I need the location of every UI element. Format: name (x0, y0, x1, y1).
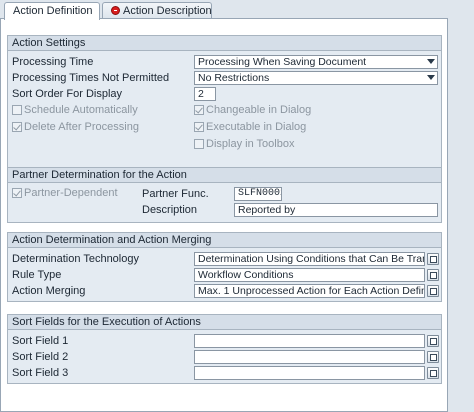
sort-fields-group: Sort Fields for the Execution of Actions… (7, 314, 442, 384)
changeable-label: Changeable in Dialog (206, 104, 312, 116)
chevron-down-icon (427, 59, 435, 64)
processing-time-value: Processing When Saving Document (198, 56, 367, 68)
determination-technology-input[interactable]: Determination Using Conditions that Can … (194, 252, 425, 266)
description-input[interactable]: Reported by (234, 203, 438, 217)
processing-time-dropdown[interactable]: Processing When Saving Document (194, 55, 438, 69)
value-help-icon[interactable] (427, 351, 439, 363)
description-label: Description (142, 204, 198, 216)
partner-func-input[interactable]: SLFN0002 (234, 187, 282, 201)
schedule-auto-checkbox[interactable] (12, 105, 22, 115)
not-permitted-label: Processing Times Not Permitted (12, 72, 170, 84)
rule-type-label: Rule Type (12, 269, 62, 281)
display-toolbox-checkbox[interactable] (194, 139, 204, 149)
partner-func-label: Partner Func. (142, 188, 209, 200)
value-help-icon[interactable] (427, 285, 439, 297)
group-title: Action Settings (8, 36, 441, 51)
partner-determination-group: Partner Determination for the Action Par… (7, 167, 442, 223)
value-help-icon[interactable] (427, 253, 439, 265)
not-permitted-dropdown[interactable]: No Restrictions (194, 71, 438, 85)
changeable-checkbox[interactable] (194, 105, 204, 115)
tab-strip: Action Definition Action Description (0, 0, 474, 20)
sort-order-label: Sort Order For Display (12, 88, 123, 100)
not-permitted-value: No Restrictions (198, 72, 270, 84)
sort-field-1-input[interactable] (194, 334, 425, 348)
processing-time-label: Processing Time (12, 56, 94, 68)
delete-after-label: Delete After Processing (24, 121, 139, 133)
tab-action-description-label: Action Description (123, 5, 212, 17)
determination-technology-label: Determination Technology (12, 253, 139, 265)
executable-label: Executable in Dialog (206, 121, 307, 133)
partner-dependent-label: Partner-Dependent (24, 187, 118, 199)
value-help-icon[interactable] (427, 367, 439, 379)
error-icon (111, 6, 120, 15)
sort-field-2-input[interactable] (194, 350, 425, 364)
action-merging-label: Action Merging (12, 285, 86, 297)
delete-after-checkbox[interactable] (12, 122, 22, 132)
sort-field-3-input[interactable] (194, 366, 425, 380)
action-determination-group: Action Determination and Action Merging … (7, 232, 442, 302)
sort-field-1-label: Sort Field 1 (12, 335, 69, 347)
executable-checkbox[interactable] (194, 122, 204, 132)
group-title: Partner Determination for the Action (8, 168, 441, 183)
value-help-icon[interactable] (427, 335, 439, 347)
tab-action-description[interactable]: Action Description (102, 2, 212, 19)
rule-type-input[interactable]: Workflow Conditions (194, 268, 425, 282)
tab-action-definition-label: Action Definition (13, 5, 93, 17)
schedule-auto-label: Schedule Automatically (24, 104, 138, 116)
tab-action-definition[interactable]: Action Definition (4, 2, 100, 20)
tab-content-panel: Action Settings Processing Time Processi… (0, 18, 448, 412)
group-title: Sort Fields for the Execution of Actions (8, 315, 441, 330)
group-title: Action Determination and Action Merging (8, 233, 441, 248)
chevron-down-icon (427, 75, 435, 80)
action-settings-group: Action Settings Processing Time Processi… (7, 35, 442, 169)
sort-order-input[interactable]: 2 (194, 87, 216, 101)
action-merging-input[interactable]: Max. 1 Unprocessed Action for Each Actio… (194, 284, 425, 298)
sort-field-2-label: Sort Field 2 (12, 351, 69, 363)
partner-dependent-checkbox[interactable] (12, 188, 22, 198)
value-help-icon[interactable] (427, 269, 439, 281)
display-toolbox-label: Display in Toolbox (206, 138, 295, 150)
side-area (449, 18, 474, 412)
sort-field-3-label: Sort Field 3 (12, 367, 69, 379)
